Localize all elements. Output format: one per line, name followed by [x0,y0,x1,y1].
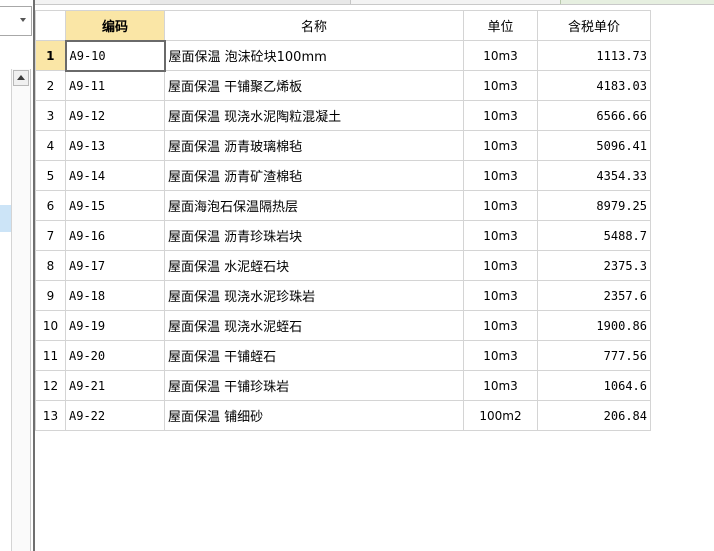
column-header-code[interactable]: 编码 [65,10,165,41]
cell-price[interactable]: 1900.86 [537,310,651,341]
cell-code[interactable]: A9-14 [65,160,165,191]
cell-price[interactable]: 2357.6 [537,280,651,311]
cell-price[interactable]: 1064.6 [537,370,651,401]
cell-name[interactable]: 屋面保温 沥青玻璃棉毡 [164,130,464,161]
row-number[interactable]: 1 [35,40,66,71]
row-number[interactable]: 9 [35,280,66,311]
column-header-name[interactable]: 名称 [164,10,464,41]
scroll-up-arrow-icon [17,75,25,80]
row-number[interactable]: 8 [35,250,66,281]
cell-name[interactable]: 屋面保温 水泥蛭石块 [164,250,464,281]
cell-unit[interactable]: 10m3 [463,190,538,221]
cell-name[interactable]: 屋面保温 干铺珍珠岩 [164,370,464,401]
table-row[interactable]: 10 A9-19 屋面保温 现浇水泥蛭石 10m3 1900.86 [35,310,651,341]
cell-name[interactable]: 屋面保温 沥青珍珠岩块 [164,220,464,251]
row-number[interactable]: 5 [35,160,66,191]
cell-name[interactable]: 屋面海泡石保温隔热层 [164,190,464,221]
grid-corner[interactable] [35,10,66,41]
table-row[interactable]: 6 A9-15 屋面海泡石保温隔热层 10m3 8979.25 [35,190,651,221]
cell-code[interactable]: A9-21 [65,370,165,401]
cell-unit[interactable]: 10m3 [463,160,538,191]
cell-price[interactable]: 6566.66 [537,100,651,131]
table-row[interactable]: 3 A9-12 屋面保温 现浇水泥陶粒混凝土 10m3 6566.66 [35,100,651,131]
cell-unit[interactable]: 10m3 [463,130,538,161]
cell-code[interactable]: A9-16 [65,220,165,251]
cell-unit[interactable]: 10m3 [463,340,538,371]
cell-code[interactable]: A9-10 [64,39,166,72]
cell-price[interactable]: 1113.73 [537,40,651,71]
row-number[interactable]: 3 [35,100,66,131]
toolbar-segment [150,0,351,4]
cell-price[interactable]: 2375.3 [537,250,651,281]
cell-price[interactable]: 206.84 [537,400,651,431]
table-row[interactable]: 9 A9-18 屋面保温 现浇水泥珍珠岩 10m3 2357.6 [35,280,651,311]
row-number[interactable]: 11 [35,340,66,371]
top-toolbar-strip [0,0,714,5]
table-row[interactable]: 4 A9-13 屋面保温 沥青玻璃棉毡 10m3 5096.41 [35,130,651,161]
row-number[interactable]: 12 [35,370,66,401]
cell-price[interactable]: 777.56 [537,340,651,371]
cell-unit[interactable]: 10m3 [463,310,538,341]
cell-name[interactable]: 屋面保温 沥青矿渣棉毡 [164,160,464,191]
quota-table: 编码 名称 单位 含税单价 1 A9-10 屋面保温 泡沫砼块100mm 10m3 11… [35,10,651,431]
row-number[interactable]: 2 [35,70,66,101]
column-header-price[interactable]: 含税单价 [537,10,651,41]
cell-price[interactable]: 5488.7 [537,220,651,251]
cell-code[interactable]: A9-18 [65,280,165,311]
table-row[interactable]: 1 A9-10 屋面保温 泡沫砼块100mm 10m3 1113.73 [35,39,651,72]
cell-unit[interactable]: 10m3 [463,100,538,131]
header-row: 编码 名称 单位 含税单价 [35,10,651,41]
cell-name[interactable]: 屋面保温 现浇水泥陶粒混凝土 [164,100,464,131]
row-number[interactable]: 13 [35,400,66,431]
cell-price[interactable]: 8979.25 [537,190,651,221]
cell-unit[interactable]: 10m3 [463,280,538,311]
cell-code[interactable]: A9-19 [65,310,165,341]
table-row[interactable]: 8 A9-17 屋面保温 水泥蛭石块 10m3 2375.3 [35,250,651,281]
cell-code[interactable]: A9-20 [65,340,165,371]
row-number[interactable]: 10 [35,310,66,341]
scroll-up-button[interactable] [13,70,29,86]
cell-name[interactable]: 屋面保温 现浇水泥珍珠岩 [164,280,464,311]
cell-code[interactable]: A9-17 [65,250,165,281]
table-row[interactable]: 13 A9-22 屋面保温 铺细砂 100m2 206.84 [35,400,651,431]
quota-grid: 编码 名称 单位 含税单价 1 A9-10 屋面保温 泡沫砼块100mm 10m3 11… [35,10,651,431]
cell-unit[interactable]: 10m3 [463,220,538,251]
cell-unit[interactable]: 100m2 [463,400,538,431]
cell-name[interactable]: 屋面保温 泡沫砼块100mm [164,40,464,71]
table-row[interactable]: 11 A9-20 屋面保温 干铺蛭石 10m3 777.56 [35,340,651,371]
chevron-down-icon[interactable] [20,18,26,22]
cell-unit[interactable]: 10m3 [463,70,538,101]
toolbar-segment [560,0,714,4]
cell-code[interactable]: A9-12 [65,100,165,131]
cell-code[interactable]: A9-13 [65,130,165,161]
cell-code[interactable]: A9-11 [65,70,165,101]
table-row[interactable]: 2 A9-11 屋面保温 干铺聚乙烯板 10m3 4183.03 [35,70,651,101]
cell-price[interactable]: 5096.41 [537,130,651,161]
table-row[interactable]: 12 A9-21 屋面保温 干铺珍珠岩 10m3 1064.6 [35,370,651,401]
cell-name[interactable]: 屋面保温 干铺蛭石 [164,340,464,371]
cell-name[interactable]: 屋面保温 干铺聚乙烯板 [164,70,464,101]
cell-unit[interactable]: 10m3 [463,250,538,281]
cell-price[interactable]: 4183.03 [537,70,651,101]
cell-unit[interactable]: 10m3 [463,40,538,71]
cell-code[interactable]: A9-22 [65,400,165,431]
row-number[interactable]: 6 [35,190,66,221]
table-row[interactable]: 5 A9-14 屋面保温 沥青矿渣棉毡 10m3 4354.33 [35,160,651,191]
category-dropdown[interactable] [0,6,32,36]
cell-unit[interactable]: 10m3 [463,370,538,401]
cell-name[interactable]: 屋面保温 铺细砂 [164,400,464,431]
cell-code[interactable]: A9-15 [65,190,165,221]
cell-name[interactable]: 屋面保温 现浇水泥蛭石 [164,310,464,341]
tree-selected-item[interactable] [0,205,11,232]
tree-scrollbar[interactable] [11,69,30,551]
row-number[interactable]: 4 [35,130,66,161]
row-number[interactable]: 7 [35,220,66,251]
column-header-unit[interactable]: 单位 [463,10,538,41]
table-row[interactable]: 7 A9-16 屋面保温 沥青珍珠岩块 10m3 5488.7 [35,220,651,251]
category-panel [0,0,33,551]
cell-price[interactable]: 4354.33 [537,160,651,191]
